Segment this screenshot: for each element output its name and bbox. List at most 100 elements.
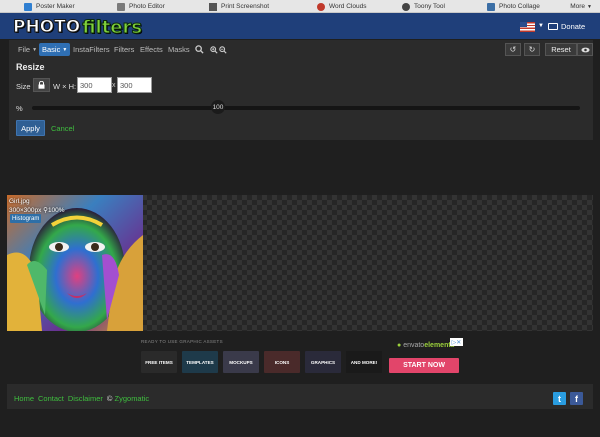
dimension-separator: x — [112, 82, 116, 89]
top-link-label: Photo Editor — [129, 3, 165, 10]
facebook-icon[interactable]: f — [570, 392, 583, 405]
percent-value: 100 — [212, 103, 224, 111]
printer-icon — [209, 2, 217, 11]
menu-instafilters[interactable]: InstaFilters — [70, 43, 113, 56]
site-header: PHOTO filters — [0, 13, 600, 39]
caret-down-icon: ▼ — [62, 46, 68, 53]
menu-effects[interactable]: Effects — [137, 43, 166, 56]
more-menu[interactable]: More ▼ — [570, 1, 592, 12]
top-links-bar: Poster Maker Photo Editor Print Screensh… — [0, 0, 600, 13]
height-input[interactable] — [117, 77, 152, 93]
footer-links: Home Contact Disclaimer © Zygomatic — [14, 394, 149, 403]
ad-banner[interactable]: READY TO USE GRAPHIC ASSETS ● envatoelem… — [141, 337, 466, 377]
cancel-link[interactable]: Cancel — [51, 124, 74, 133]
image-dimensions: 300×300px — [9, 207, 42, 214]
copyright-symbol: © — [106, 394, 113, 403]
reset-button[interactable]: Reset — [545, 43, 577, 56]
ad-tile: MOCKUPS — [223, 351, 259, 373]
menu-masks-label: Masks — [168, 45, 190, 54]
more-label: More — [570, 3, 586, 10]
word-cloud-icon — [317, 2, 325, 11]
preview-toggle-button[interactable] — [577, 43, 593, 56]
menu-basic-label: Basic — [42, 45, 61, 54]
top-link-label: Photo Collage — [499, 3, 540, 10]
top-link-label: Toony Tool — [414, 3, 445, 10]
site-logo[interactable]: PHOTO filters — [12, 16, 143, 38]
ad-tile: TEMPLATES — [182, 351, 218, 373]
menu-filters-label: Filters — [114, 45, 135, 54]
panel-title: Resize — [16, 62, 45, 72]
apply-label: Apply — [21, 123, 40, 133]
ad-cta-button[interactable]: START NOW — [389, 358, 459, 373]
top-link-label: Poster Maker — [36, 3, 75, 10]
histogram-button[interactable]: Histogram — [10, 214, 42, 223]
chevron-down-icon: ▼ — [587, 3, 592, 10]
top-link-word-clouds[interactable]: Word Clouds — [317, 1, 366, 12]
ad-tile: FREE ITEMS — [141, 351, 177, 373]
ad-brand-pre: envato — [403, 342, 425, 349]
logo-filters-text: filters — [82, 16, 143, 38]
resize-panel: Resize Size W × H: x % 100 Apply Cancel — [9, 59, 593, 140]
apply-button[interactable]: Apply — [16, 120, 45, 136]
image-info: Girl.jpg 300×300px ⚲100% — [9, 197, 65, 215]
menu-file[interactable]: File ▼ — [15, 43, 40, 56]
menu-filters[interactable]: Filters — [111, 43, 137, 56]
donate-label: Donate — [561, 22, 586, 31]
redo-icon: ↻ — [528, 45, 536, 54]
footer-link-contact[interactable]: Contact — [38, 394, 64, 403]
lock-icon — [38, 81, 45, 89]
wh-label: W × H: — [53, 82, 77, 91]
top-link-photo-editor[interactable]: Photo Editor — [117, 1, 165, 12]
copyright-link[interactable]: Zygomatic — [115, 394, 150, 403]
top-link-toony-tool[interactable]: Toony Tool — [402, 1, 445, 12]
envato-leaf-icon: ● — [397, 342, 402, 349]
menu-masks[interactable]: Masks — [165, 43, 193, 56]
footer-link-disclaimer[interactable]: Disclaimer — [68, 394, 103, 403]
undo-icon: ↺ — [509, 45, 517, 54]
menu-basic[interactable]: Basic ▼ — [39, 43, 71, 56]
money-icon — [548, 23, 558, 30]
size-label: Size — [16, 82, 31, 91]
zoom-out-icon[interactable] — [216, 43, 230, 56]
chevron-down-icon[interactable]: ▼ — [538, 23, 544, 29]
ad-headline: READY TO USE GRAPHIC ASSETS — [141, 339, 223, 344]
top-link-poster-maker[interactable]: Poster Maker — [24, 1, 75, 12]
donate-button[interactable]: Donate — [548, 20, 585, 33]
site-footer: Home Contact Disclaimer © Zygomatic t f — [7, 384, 593, 409]
top-link-photo-collage[interactable]: Photo Collage — [487, 1, 540, 12]
toony-icon — [402, 2, 410, 11]
percent-slider-track[interactable] — [32, 106, 580, 110]
twitter-icon[interactable]: t — [553, 392, 566, 405]
menu-effects-label: Effects — [140, 45, 163, 54]
ad-brand: ● envatoelements — [397, 342, 455, 349]
width-input[interactable] — [77, 77, 112, 93]
top-link-print-screenshot[interactable]: Print Screenshot — [209, 1, 269, 12]
image-filename: Girl.jpg — [9, 198, 30, 205]
aspect-lock-button[interactable] — [33, 78, 50, 92]
search-icon[interactable] — [192, 43, 207, 56]
undo-button[interactable]: ↺ — [505, 43, 521, 56]
ad-close-icon[interactable]: ▷✕ — [450, 338, 463, 346]
collage-icon — [487, 2, 495, 11]
menu-file-label: File — [18, 45, 31, 54]
menu-instafilters-label: InstaFilters — [73, 45, 110, 54]
eye-icon — [580, 47, 590, 52]
caret-down-icon: ▼ — [32, 46, 38, 53]
image-zoom: 100% — [47, 207, 65, 214]
redo-button[interactable]: ↻ — [524, 43, 540, 56]
top-link-label: Print Screenshot — [221, 3, 270, 10]
reset-label: Reset — [551, 45, 571, 54]
us-flag-icon[interactable] — [520, 22, 535, 32]
percent-slider-handle[interactable]: 100 — [211, 100, 225, 114]
ad-tile: ICONS — [264, 351, 300, 373]
ad-tile: AND MORE! — [346, 351, 382, 373]
editor-menubar: File ▼ Basic ▼ InstaFilters Filters Effect… — [9, 40, 593, 59]
footer-link-home[interactable]: Home — [14, 394, 34, 403]
ad-tile: GRAPHICS — [305, 351, 341, 373]
histogram-label: Histogram — [12, 215, 40, 222]
photo-editor-icon — [117, 2, 125, 11]
top-link-label: Word Clouds — [329, 3, 367, 10]
logo-photo-text: PHOTO — [12, 17, 81, 38]
copyright: © Zygomatic — [107, 394, 149, 403]
poster-icon — [24, 2, 32, 11]
